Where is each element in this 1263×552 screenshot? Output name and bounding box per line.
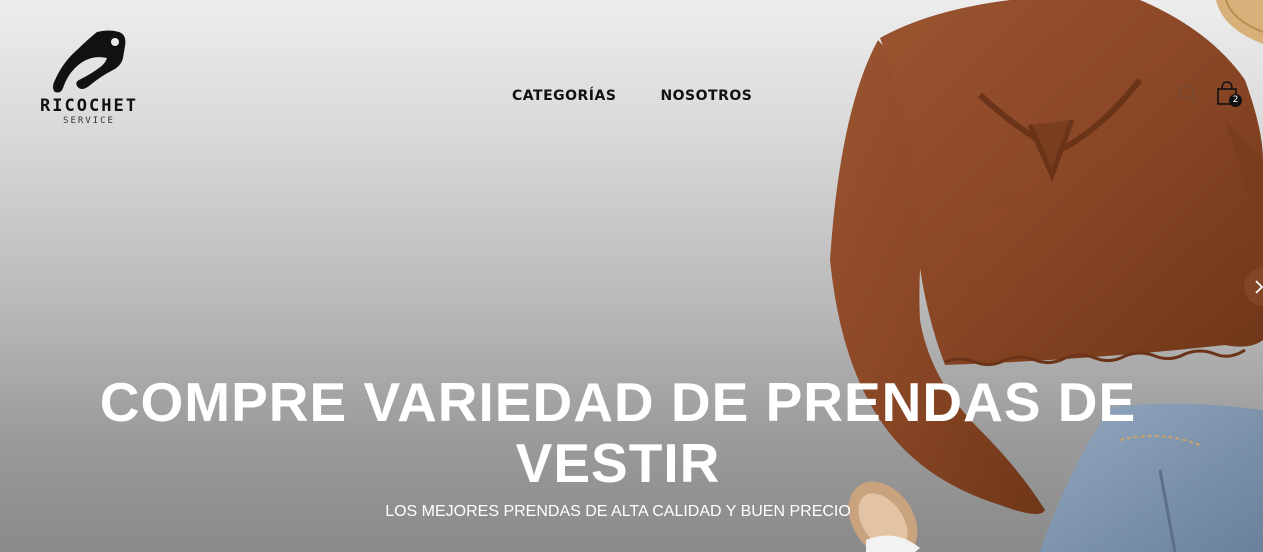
nav-link-categorias[interactable]: CATEGORÍAS xyxy=(512,88,616,104)
nav-link-nosotros[interactable]: NOSOTROS xyxy=(660,88,752,104)
cart-button[interactable]: 2 xyxy=(1216,80,1242,108)
hero-banner: RICOCHET SERVICE CATEGORÍAS NOSOTROS 2 C… xyxy=(0,0,1263,552)
hero-title: COMPRE VARIEDAD DE PRENDAS DE VESTIR xyxy=(99,371,1137,494)
carousel-next-button[interactable] xyxy=(1244,268,1263,306)
search-button[interactable] xyxy=(1176,82,1200,108)
chevron-right-icon xyxy=(1255,280,1263,294)
brand-name: RICOCHET xyxy=(40,96,138,116)
hero-subtitle: LOS MEJORES PRENDAS DE ALTA CALIDAD Y BU… xyxy=(385,503,851,520)
brand-tagline: SERVICE xyxy=(63,116,115,126)
price-tag-icon xyxy=(53,30,126,93)
brand-logo[interactable]: RICOCHET SERVICE xyxy=(28,30,150,126)
main-nav: CATEGORÍAS NOSOTROS xyxy=(512,88,752,104)
cart-count-badge: 2 xyxy=(1229,94,1242,107)
search-icon xyxy=(1178,84,1198,106)
